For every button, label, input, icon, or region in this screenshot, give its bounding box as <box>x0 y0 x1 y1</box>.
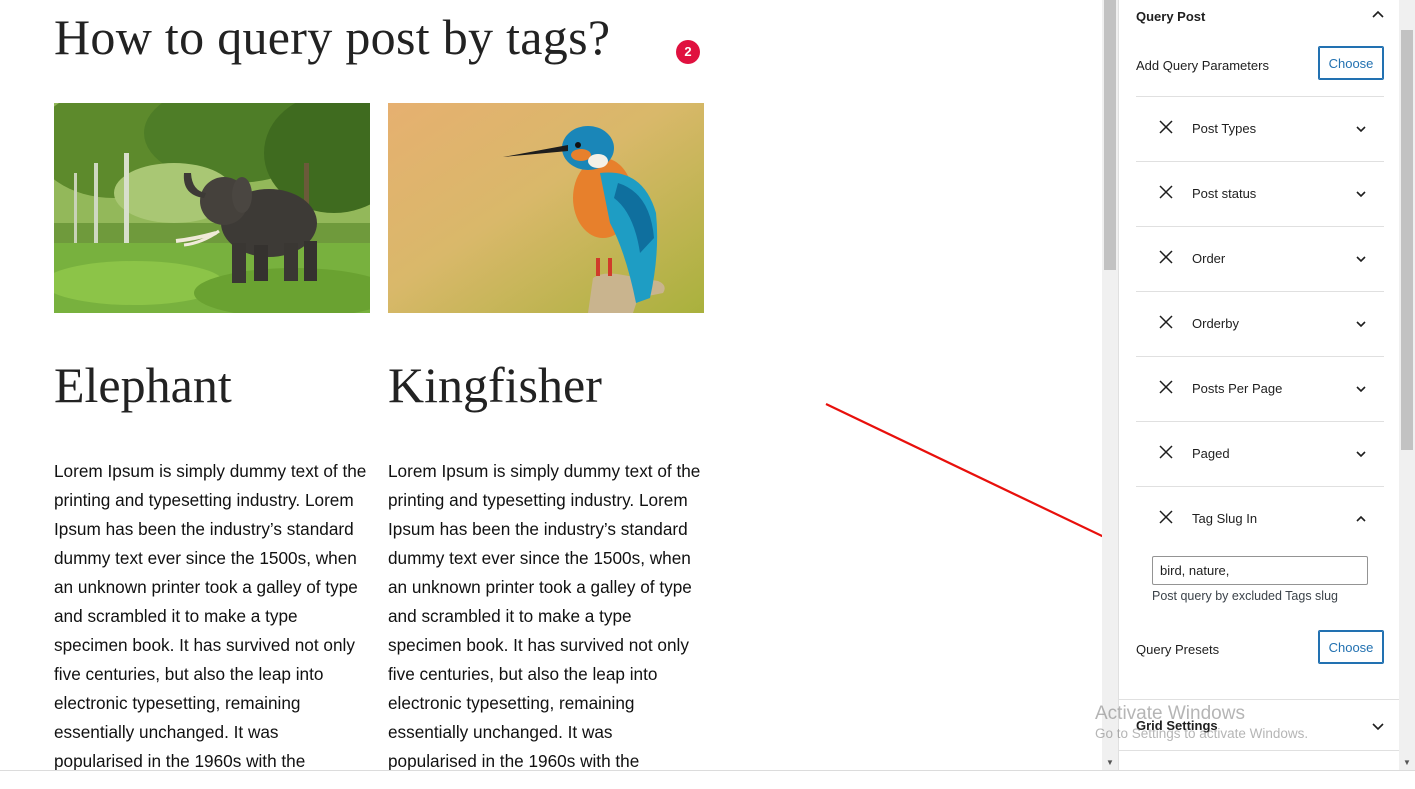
remove-x-icon[interactable] <box>1158 444 1174 460</box>
chevron-down-icon[interactable] <box>1370 718 1386 734</box>
bottom-bar <box>0 770 1415 789</box>
chevron-down-icon[interactable] <box>1354 187 1368 201</box>
post-excerpt: Lorem Ipsum is simply dummy text of the … <box>54 461 367 770</box>
grid-settings-title: Grid Settings <box>1136 718 1218 733</box>
divider <box>1119 750 1400 751</box>
remove-x-icon[interactable] <box>1158 249 1174 265</box>
chevron-down-icon[interactable] <box>1354 122 1368 136</box>
editor-canvas: How to query post by tags? 2 Elephant Lo… <box>0 0 1102 770</box>
post-card-elephant: Elephant Lorem Ipsum is simply dummy tex… <box>54 103 370 770</box>
grid-settings-panel-header[interactable]: Grid Settings <box>1136 718 1386 738</box>
tag-slug-help-text: Post query by excluded Tags slug <box>1152 589 1338 603</box>
param-item-post-types[interactable]: Post Types <box>1136 96 1384 161</box>
chevron-down-icon[interactable] <box>1354 382 1368 396</box>
param-item-orderby[interactable]: Orderby <box>1136 291 1384 356</box>
post-card-kingfisher: Kingfisher Lorem Ipsum is simply dummy t… <box>388 103 704 770</box>
choose-parameters-button[interactable]: Choose <box>1318 46 1384 80</box>
divider <box>1119 699 1400 700</box>
chevron-down-icon[interactable] <box>1354 317 1368 331</box>
scrollbar-thumb[interactable] <box>1401 30 1413 450</box>
param-item-tag-slug-in[interactable]: Tag Slug In <box>1136 486 1384 551</box>
panel-title: Query Post <box>1136 9 1206 24</box>
post-title[interactable]: Elephant <box>54 358 370 413</box>
param-item-order[interactable]: Order <box>1136 226 1384 291</box>
param-item-paged[interactable]: Paged <box>1136 421 1384 486</box>
post-excerpt: Lorem Ipsum is simply dummy text of the … <box>388 461 701 770</box>
elephant-photo[interactable] <box>54 103 370 313</box>
post-title[interactable]: Kingfisher <box>388 358 704 413</box>
param-item-posts-per-page[interactable]: Posts Per Page <box>1136 356 1384 421</box>
choose-preset-button[interactable]: Choose <box>1318 630 1384 664</box>
kingfisher-photo[interactable] <box>388 103 704 313</box>
param-item-label: Post status <box>1192 186 1257 201</box>
remove-x-icon[interactable] <box>1158 379 1174 395</box>
chevron-down-icon[interactable] <box>1354 447 1368 461</box>
settings-sidebar: Query Post Add Query Parameters Choose P… <box>1118 0 1400 770</box>
chevron-up-icon[interactable] <box>1354 512 1368 526</box>
add-query-parameters-label: Add Query Parameters <box>1136 58 1269 73</box>
remove-x-icon[interactable] <box>1158 314 1174 330</box>
remove-x-icon[interactable] <box>1158 184 1174 200</box>
page-title[interactable]: How to query post by tags? <box>54 8 610 66</box>
param-item-post-status[interactable]: Post status <box>1136 161 1384 226</box>
add-query-parameters-row: Add Query Parameters Choose <box>1136 46 1384 84</box>
param-item-label: Paged <box>1192 446 1230 461</box>
query-presets-row: Query Presets Choose <box>1136 630 1384 668</box>
notification-badge: 2 <box>676 40 700 64</box>
param-item-label: Posts Per Page <box>1192 381 1283 396</box>
param-item-label: Order <box>1192 251 1226 266</box>
scroll-down-arrow-icon[interactable]: ▼ <box>1403 758 1411 767</box>
param-item-label: Post Types <box>1192 121 1257 136</box>
param-item-label: Orderby <box>1192 316 1239 331</box>
chevron-up-icon[interactable] <box>1370 7 1386 23</box>
chevron-down-icon[interactable] <box>1354 252 1368 266</box>
query-post-panel-header[interactable]: Query Post <box>1136 9 1386 27</box>
param-item-label: Tag Slug In <box>1192 511 1258 526</box>
scroll-down-arrow-icon[interactable]: ▼ <box>1106 758 1114 767</box>
remove-x-icon[interactable] <box>1158 509 1174 525</box>
sidebar-scrollbar[interactable]: ▼ <box>1399 0 1415 770</box>
query-presets-label: Query Presets <box>1136 642 1220 657</box>
canvas-scrollbar[interactable]: ▼ <box>1102 0 1118 770</box>
remove-x-icon[interactable] <box>1158 119 1174 135</box>
scrollbar-thumb[interactable] <box>1104 0 1116 270</box>
tag-slug-input[interactable] <box>1152 556 1368 585</box>
